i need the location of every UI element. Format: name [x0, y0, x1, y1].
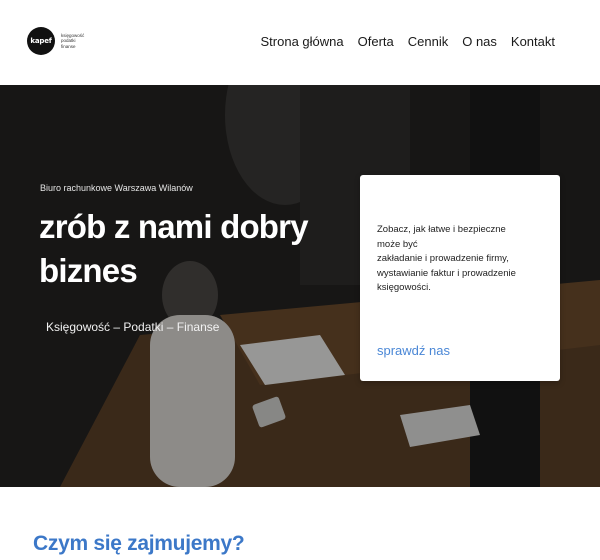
site-header: kapef księgowość podatki finanse Strona … [0, 0, 600, 85]
info-card: Zobacz, jak łatwe i bezpieczne może być … [360, 175, 560, 381]
section-title: Czym się zajmujemy? [33, 532, 245, 555]
info-card-line: Zobacz, jak łatwe i bezpieczne [377, 224, 506, 235]
hero-tagline: Księgowość – Podatki – Finanse [46, 320, 220, 334]
logo-line: finanse [61, 43, 76, 49]
info-card-line: wystawianie faktur i prowadzenie [377, 267, 516, 279]
info-card-line: księgowości. [377, 282, 431, 293]
info-card-text: Zobacz, jak łatwe i bezpieczne może być … [377, 223, 549, 296]
logo-mark: kapef [27, 27, 55, 55]
info-card-line: może być [377, 238, 418, 250]
nav-item-o-nas[interactable]: O nas [462, 34, 497, 49]
hero-title: zrób z nami dobry biznes [39, 208, 309, 289]
logo[interactable]: kapef księgowość podatki finanse [27, 27, 84, 55]
hero-section: Biuro rachunkowe Warszawa Wilanów zrób z… [0, 85, 600, 487]
logo-text: księgowość podatki finanse [61, 33, 84, 50]
nav-item-strona-glowna[interactable]: Strona główna [261, 34, 344, 49]
nav-item-cennik[interactable]: Cennik [408, 34, 448, 49]
check-us-link[interactable]: sprawdź nas [377, 343, 450, 358]
nav-item-oferta[interactable]: Oferta [358, 34, 394, 49]
info-card-line: zakładanie i prowadzenie firmy, [377, 253, 509, 264]
nav-item-kontakt[interactable]: Kontakt [511, 34, 555, 49]
main-nav: Strona główna Oferta Cennik O nas Kontak… [261, 34, 556, 49]
hero-subtitle: Biuro rachunkowe Warszawa Wilanów [40, 183, 193, 193]
